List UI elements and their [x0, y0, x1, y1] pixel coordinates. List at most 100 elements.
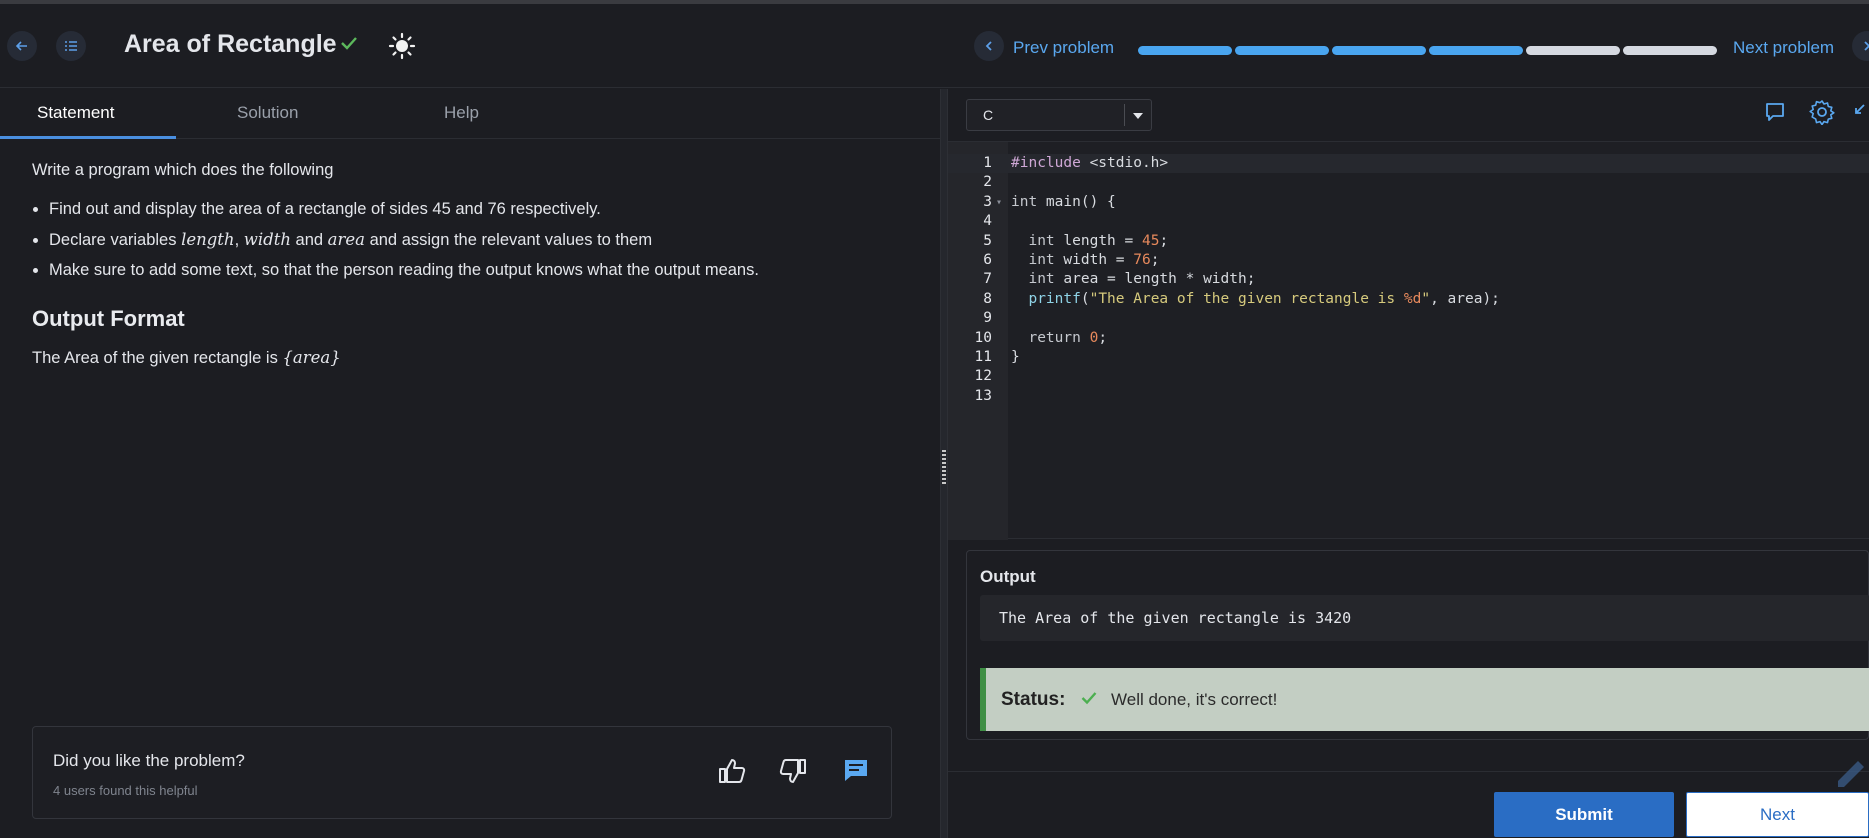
caret-down-icon — [1133, 113, 1143, 119]
math-var-width: width — [243, 230, 291, 249]
theme-toggle-sun-icon[interactable] — [388, 32, 416, 60]
status-banner: Status: Well done, it's correct! — [980, 668, 1869, 731]
code-line[interactable]: 5 int length = 45; — [948, 232, 1869, 251]
text-fragment: The Area of the given rectangle is — [32, 349, 283, 367]
reset-code-icon[interactable] — [1764, 101, 1786, 123]
list-item: Make sure to add some text, so that the … — [49, 261, 912, 280]
progress-segment — [1623, 46, 1717, 55]
progress-segment — [1429, 46, 1523, 55]
statement-intro: Write a program which does the following — [32, 161, 334, 179]
tab-statement[interactable]: Statement — [37, 103, 115, 123]
code-text: printf("The Area of the given rectangle … — [1028, 290, 1500, 307]
comment-icon[interactable] — [843, 758, 869, 782]
code-line[interactable]: 6 int width = 76; — [948, 251, 1869, 270]
progress-segment — [1526, 46, 1620, 55]
line-number: 2 — [983, 174, 992, 191]
status-message: Well done, it's correct! — [1111, 690, 1278, 709]
code-text: int length = 45; — [1028, 232, 1169, 249]
section-divider — [948, 771, 1869, 772]
code-text: int area = length * width; — [1028, 271, 1256, 288]
output-format-heading: Output Format — [32, 306, 185, 331]
line-number: 4 — [983, 213, 992, 230]
tab-help[interactable]: Help — [444, 103, 479, 123]
select-divider — [1124, 104, 1125, 126]
back-button[interactable] — [7, 31, 37, 61]
tab-solution[interactable]: Solution — [237, 103, 298, 123]
problem-panel: Statement Solution Help Write a program … — [0, 89, 940, 838]
chevron-right-icon — [1864, 41, 1869, 51]
next-problem-button[interactable] — [1852, 31, 1869, 61]
line-number: 12 — [974, 368, 992, 385]
code-line[interactable]: 8 printf("The Area of the given rectangl… — [948, 290, 1869, 309]
code-line[interactable]: 3 ▾ int main() { — [948, 193, 1869, 212]
next-problem-link[interactable]: Next problem — [1733, 38, 1834, 58]
code-text: int main() { — [1011, 193, 1116, 210]
code-line[interactable]: 2 — [948, 173, 1869, 192]
line-number: 7 — [983, 271, 992, 288]
code-line[interactable]: 4 — [948, 212, 1869, 231]
code-line[interactable]: 10 return 0; — [948, 329, 1869, 348]
editor-panel: C 1 #include <stdio.h> 2 3 ▾ int main() { 4… — [948, 89, 1869, 838]
line-number: 11 — [974, 348, 992, 365]
requirements-list: Find out and display the area of a recta… — [32, 200, 912, 280]
thumbs-down-icon[interactable] — [779, 758, 807, 784]
code-text: return 0; — [1028, 329, 1108, 346]
code-line[interactable]: 1 #include <stdio.h> — [948, 154, 1869, 174]
solved-check-icon — [341, 37, 357, 50]
chevron-left-icon — [985, 41, 992, 51]
language-value: C — [983, 107, 994, 123]
language-select[interactable]: C — [966, 99, 1152, 131]
code-text: #include <stdio.h> — [1011, 155, 1169, 171]
fold-arrow-icon[interactable]: ▾ — [996, 193, 1002, 212]
line-number: 6 — [983, 251, 992, 268]
pencil-icon[interactable] — [1828, 749, 1869, 789]
code-line[interactable]: 12 — [948, 367, 1869, 386]
line-number: 1 — [983, 155, 992, 171]
panel-resize-handle[interactable] — [940, 89, 948, 838]
text-fragment: and — [290, 231, 328, 249]
text-fragment: and assign the relevant values to them — [365, 231, 653, 249]
code-line[interactable]: 13 — [948, 387, 1869, 406]
line-number: 5 — [983, 232, 992, 249]
drag-grip[interactable] — [942, 450, 946, 486]
progress-segment — [1138, 46, 1232, 55]
code-editor[interactable]: 1 #include <stdio.h> 2 3 ▾ int main() { 4 5… — [948, 141, 1869, 540]
thumbs-up-icon[interactable] — [718, 758, 746, 784]
problem-progress-bar — [1138, 46, 1717, 55]
collapse-icon[interactable] — [1852, 103, 1866, 117]
active-tab-indicator — [0, 136, 176, 139]
problem-tabs: Statement Solution Help — [0, 89, 940, 139]
next-button[interactable]: Next — [1686, 792, 1869, 837]
output-format-text: The Area of the given rectangle is {area… — [32, 348, 912, 368]
feedback-question: Did you like the problem? — [53, 751, 245, 770]
output-console: The Area of the given rectangle is 3420 — [980, 595, 1869, 641]
line-number: 9 — [983, 310, 992, 327]
list-item: Find out and display the area of a recta… — [49, 200, 912, 219]
header: Area of Rectangle Prev problem Next prob… — [0, 4, 1869, 88]
math-var-area: area — [327, 230, 365, 249]
page-title: Area of Rectangle — [124, 30, 337, 58]
line-number: 8 — [983, 290, 992, 307]
line-number: 10 — [974, 329, 992, 346]
feedback-card: Did you like the problem? 4 users found … — [32, 726, 892, 819]
line-number: 13 — [974, 387, 992, 404]
arrow-left-icon — [15, 41, 27, 51]
output-card: Output The Area of the given rectangle i… — [966, 550, 1869, 740]
code-line[interactable]: 11} — [948, 348, 1869, 367]
submit-button[interactable]: Submit — [1494, 792, 1674, 837]
status-label: Status: — [1001, 689, 1066, 710]
code-lines[interactable]: 1 #include <stdio.h> 2 3 ▾ int main() { 4 5… — [948, 154, 1869, 406]
math-var-length: length — [181, 230, 235, 249]
line-number: 3 — [983, 193, 992, 210]
progress-segment — [1235, 46, 1329, 55]
output-title: Output — [980, 567, 1036, 586]
code-line[interactable]: 7 int area = length * width; — [948, 270, 1869, 289]
problem-list-button[interactable] — [56, 31, 86, 61]
list-icon — [65, 41, 77, 51]
code-line[interactable]: 9 — [948, 309, 1869, 328]
progress-segment — [1332, 46, 1426, 55]
text-fragment: , — [234, 231, 244, 249]
gear-icon[interactable] — [1809, 99, 1835, 125]
prev-problem-button[interactable] — [974, 31, 1004, 61]
prev-problem-link[interactable]: Prev problem — [1013, 38, 1114, 58]
